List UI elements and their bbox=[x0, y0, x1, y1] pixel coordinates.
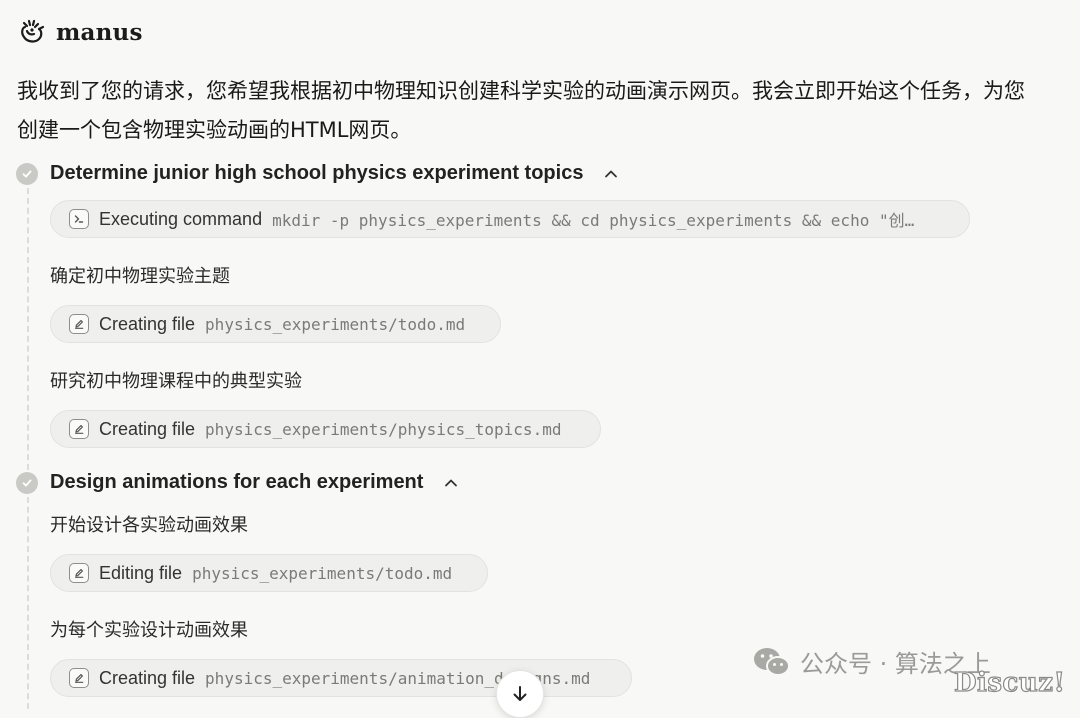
step-note: 开始设计各实验动画效果 bbox=[50, 515, 248, 536]
action-pill[interactable]: Creating file physics_experiments/physic… bbox=[50, 410, 601, 448]
action-pill[interactable]: Creating file physics_experiments/animat… bbox=[50, 659, 632, 697]
step-header[interactable]: Design animations for each experiment bbox=[16, 471, 459, 494]
check-circle-icon bbox=[16, 162, 38, 185]
action-argument: physics_experiments/physics_topics.md bbox=[205, 419, 562, 439]
step-header[interactable]: Determine junior high school physics exp… bbox=[16, 162, 619, 185]
action-label: Executing command bbox=[99, 208, 263, 229]
arrow-down-icon bbox=[513, 686, 527, 701]
step-title: Design animations for each experiment bbox=[50, 471, 424, 493]
brand-name: manus bbox=[56, 18, 143, 46]
chevron-up-icon[interactable] bbox=[443, 475, 459, 491]
step-title: Determine junior high school physics exp… bbox=[50, 162, 584, 184]
action-pill[interactable]: Creating file physics_experiments/todo.m… bbox=[50, 305, 501, 343]
manus-task-view: manus 我收到了您的请求，您希望我根据初中物理知识创建科学实验的动画演示网页… bbox=[0, 0, 1080, 718]
action-label: Creating file bbox=[99, 667, 196, 688]
action-argument: mkdir -p physics_experiments && cd physi… bbox=[272, 211, 915, 230]
chevron-up-icon[interactable] bbox=[603, 166, 619, 182]
terminal-icon bbox=[69, 209, 89, 229]
forum-badge: Discuz! bbox=[953, 667, 1066, 698]
wechat-icon bbox=[754, 647, 790, 676]
scroll-to-bottom-button[interactable] bbox=[496, 670, 544, 718]
edit-icon bbox=[69, 419, 89, 439]
step-note: 确定初中物理实验主题 bbox=[50, 266, 230, 287]
assistant-message: 我收到了您的请求，您希望我根据初中物理知识创建科学实验的动画演示网页。我会立即开… bbox=[17, 79, 1025, 142]
action-pill[interactable]: Editing file physics_experiments/todo.md bbox=[50, 554, 488, 592]
action-label: Creating file bbox=[99, 418, 196, 439]
check-circle-icon bbox=[16, 471, 38, 494]
action-label: Creating file bbox=[99, 313, 196, 334]
brand-header: manus bbox=[18, 18, 143, 46]
action-argument: physics_experiments/todo.md bbox=[192, 563, 453, 583]
timeline-connector bbox=[27, 188, 29, 470]
manus-logo-icon bbox=[21, 19, 45, 43]
action-argument: physics_experiments/todo.md bbox=[205, 314, 466, 334]
edit-icon bbox=[69, 668, 89, 688]
timeline-connector bbox=[27, 497, 29, 709]
step-note: 研究初中物理课程中的典型实验 bbox=[50, 371, 302, 392]
edit-icon bbox=[69, 314, 89, 334]
action-pill[interactable]: Executing command mkdir -p physics_exper… bbox=[50, 200, 970, 238]
edit-icon bbox=[69, 563, 89, 583]
action-label: Editing file bbox=[99, 562, 183, 583]
step-note: 为每个实验设计动画效果 bbox=[50, 620, 248, 641]
